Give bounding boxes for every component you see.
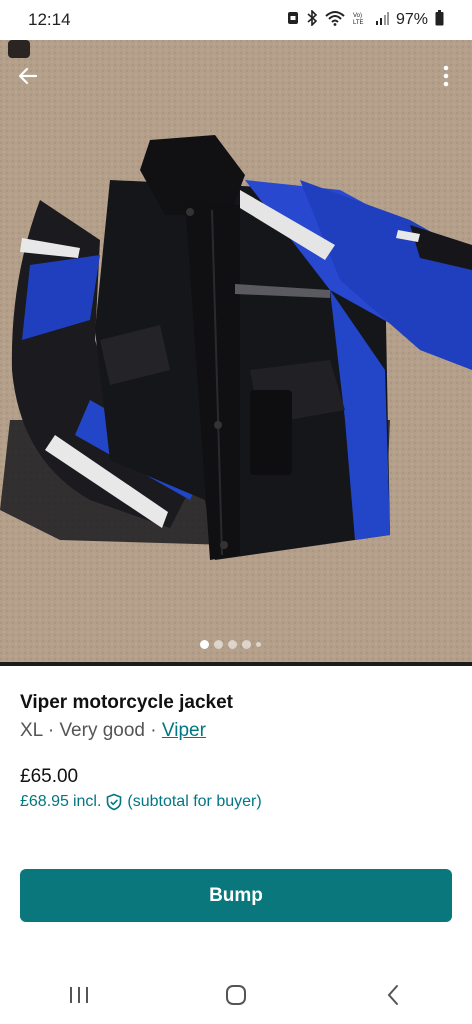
listing-meta: XL · Very good · Viper [20, 720, 206, 741]
volte-icon: Vo) LTE [352, 10, 368, 31]
carousel-dot[interactable] [242, 640, 251, 649]
shield-check-icon [107, 793, 122, 811]
recents-button[interactable] [49, 973, 109, 1017]
buyer-price[interactable]: £68.95 incl. (subtotal for buyer) [20, 793, 262, 811]
bluetooth-icon [306, 8, 318, 31]
home-button[interactable] [206, 973, 266, 1017]
battery-icon [435, 9, 444, 31]
chevron-left-icon [387, 985, 399, 1005]
more-vert-icon [443, 65, 449, 87]
status-bar: 12:14 Vo) LTE 97% [0, 0, 472, 40]
back-arrow-icon [18, 67, 38, 85]
listing-title: Viper motorcycle jacket [20, 692, 233, 713]
incl-label: incl. [72, 793, 102, 810]
signal-icon [375, 11, 389, 30]
recents-icon [69, 987, 88, 1003]
status-time: 12:14 [28, 10, 71, 29]
home-icon [225, 985, 246, 1005]
bump-button[interactable]: Bump [20, 869, 452, 922]
brand-link[interactable]: Viper [162, 720, 206, 741]
svg-text:Vo): Vo) [353, 13, 362, 19]
size-label: XL [20, 720, 43, 741]
wifi-icon [325, 10, 345, 31]
listing-photo[interactable] [0, 40, 472, 666]
buyer-price-value: £68.95 [20, 793, 69, 810]
system-back-button[interactable] [363, 973, 423, 1017]
status-icons: Vo) LTE 97% [287, 8, 444, 31]
carousel-indicator [200, 640, 261, 649]
item-price: £65.00 [20, 766, 79, 787]
svg-text:LTE: LTE [353, 20, 364, 26]
carousel-dot[interactable] [200, 640, 209, 649]
condition-label: Very good [59, 720, 146, 741]
subtotal-note: (subtotal for buyer) [127, 793, 262, 810]
back-button[interactable] [10, 58, 46, 94]
carousel-dot[interactable] [214, 640, 223, 649]
system-nav-bar [0, 966, 472, 1024]
data-saver-icon [287, 11, 299, 30]
carousel-dot[interactable] [256, 642, 261, 647]
more-options-button[interactable] [434, 58, 458, 94]
carousel-dot[interactable] [228, 640, 237, 649]
battery-text: 97% [395, 11, 428, 28]
